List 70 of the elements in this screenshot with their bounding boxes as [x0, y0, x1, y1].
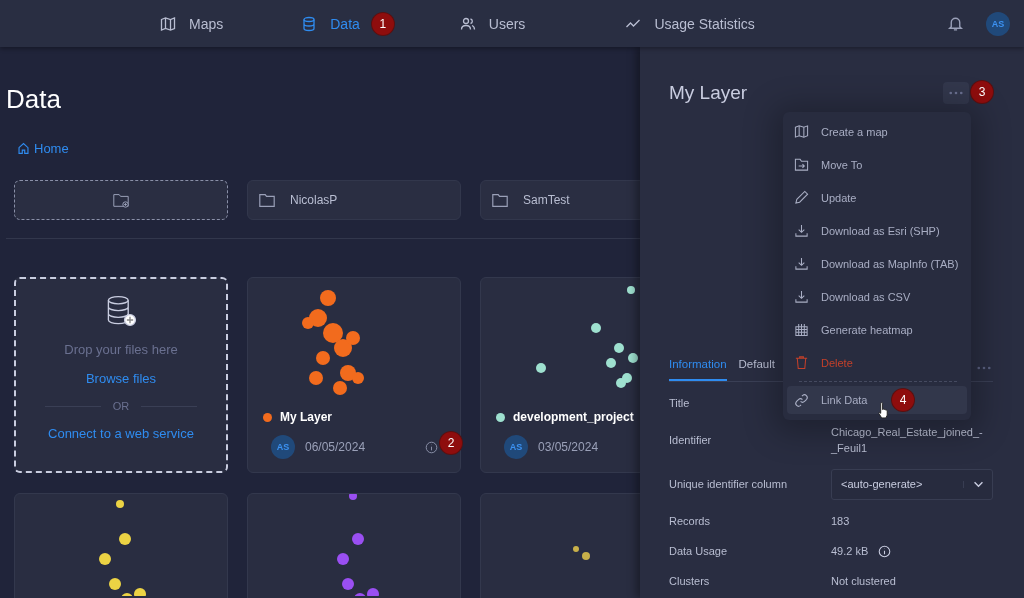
grid-icon: [794, 322, 809, 337]
browse-files-link[interactable]: Browse files: [85, 371, 157, 386]
trash-icon: [794, 355, 809, 370]
map-icon: [160, 15, 176, 32]
link-icon: [794, 392, 809, 408]
drop-prompt: Drop your files here: [64, 342, 178, 357]
field-label: Data Usage: [669, 545, 728, 557]
bell-icon[interactable]: [947, 15, 964, 32]
menu-item[interactable]: Update: [787, 181, 967, 214]
field-label: Unique identifier column: [669, 478, 787, 490]
layer-date: 03/05/2024: [538, 440, 599, 454]
field-value: 49.2 kB: [831, 545, 869, 557]
layer-card[interactable]: development_project AS 03/05/2024: [480, 277, 640, 473]
menu-item[interactable]: Download as Esri (SHP): [787, 214, 967, 247]
info-icon[interactable]: [425, 440, 438, 454]
folder-icon: [491, 191, 509, 209]
field-label: Records: [669, 515, 710, 527]
more-button[interactable]: [943, 82, 969, 104]
field-value: 183: [831, 514, 851, 529]
users-icon: [459, 15, 476, 32]
menu-item[interactable]: Move To: [787, 148, 967, 181]
column-select[interactable]: <auto-generate>: [831, 468, 993, 500]
page-title: Data: [6, 84, 62, 114]
download-icon: [794, 289, 809, 304]
home-icon: [17, 142, 30, 155]
owner-avatar: AS: [271, 435, 295, 459]
map-icon: [794, 124, 809, 139]
menu-item[interactable]: Download as MapInfo (TAB): [787, 247, 967, 280]
panel-tab[interactable]: Information: [669, 354, 727, 381]
step-marker: 1: [371, 12, 394, 35]
owner-avatar: AS: [504, 435, 528, 459]
download-icon: [794, 256, 809, 271]
menu-item[interactable]: Download as CSV: [787, 280, 967, 313]
home-breadcrumb[interactable]: Home: [17, 141, 69, 156]
step-marker: 2: [440, 432, 462, 454]
new-folder-button[interactable]: [14, 180, 228, 220]
ellipsis-icon: [949, 91, 963, 95]
menu-item[interactable]: Generate heatmap: [787, 313, 967, 346]
step-marker: 3: [971, 81, 993, 103]
hand-cursor-icon: [877, 402, 890, 419]
nav-tab[interactable]: Maps: [160, 15, 224, 32]
field-label: Identifier: [669, 434, 712, 446]
layer-name: My Layer: [280, 410, 333, 424]
field-label: Clusters: [669, 575, 710, 587]
layer-name: development_project: [513, 410, 634, 424]
or-separator: OR: [112, 400, 130, 412]
layer-card[interactable]: My Layer AS 06/05/2024 2: [247, 277, 461, 473]
nav-tab[interactable]: Users: [459, 15, 526, 32]
step-marker: 4: [892, 389, 914, 411]
field-label: Title: [669, 397, 690, 409]
layer-date: 06/05/2024: [305, 440, 366, 454]
folder-plus-icon: [112, 191, 130, 209]
nav-tab[interactable]: Usage Statistics: [625, 15, 755, 32]
more-tabs-icon[interactable]: [977, 365, 991, 370]
info-icon[interactable]: [878, 544, 892, 558]
layer-title: My Layer: [669, 82, 748, 104]
folder-arrow-icon: [794, 157, 809, 172]
upload-dropzone[interactable]: Drop your files here Browse files OR Connect to a web service: [14, 277, 228, 473]
field-value: Chicago_Real_Estate_joined_-_Feuil1: [831, 425, 984, 456]
menu-item[interactable]: Create a map: [787, 115, 967, 148]
download-icon: [794, 223, 809, 238]
field-value: Not clustered: [831, 574, 897, 589]
web-service-link[interactable]: Connect to a web service: [48, 426, 194, 441]
menu-item[interactable]: Link Data 4: [787, 386, 967, 414]
database-icon: [301, 15, 318, 32]
folder-button[interactable]: SamTest: [480, 180, 640, 220]
folder-icon: [258, 191, 276, 209]
panel-tab[interactable]: Default: [738, 354, 775, 381]
folder-button[interactable]: NicolasP: [247, 180, 461, 220]
pencil-icon: [794, 190, 809, 205]
